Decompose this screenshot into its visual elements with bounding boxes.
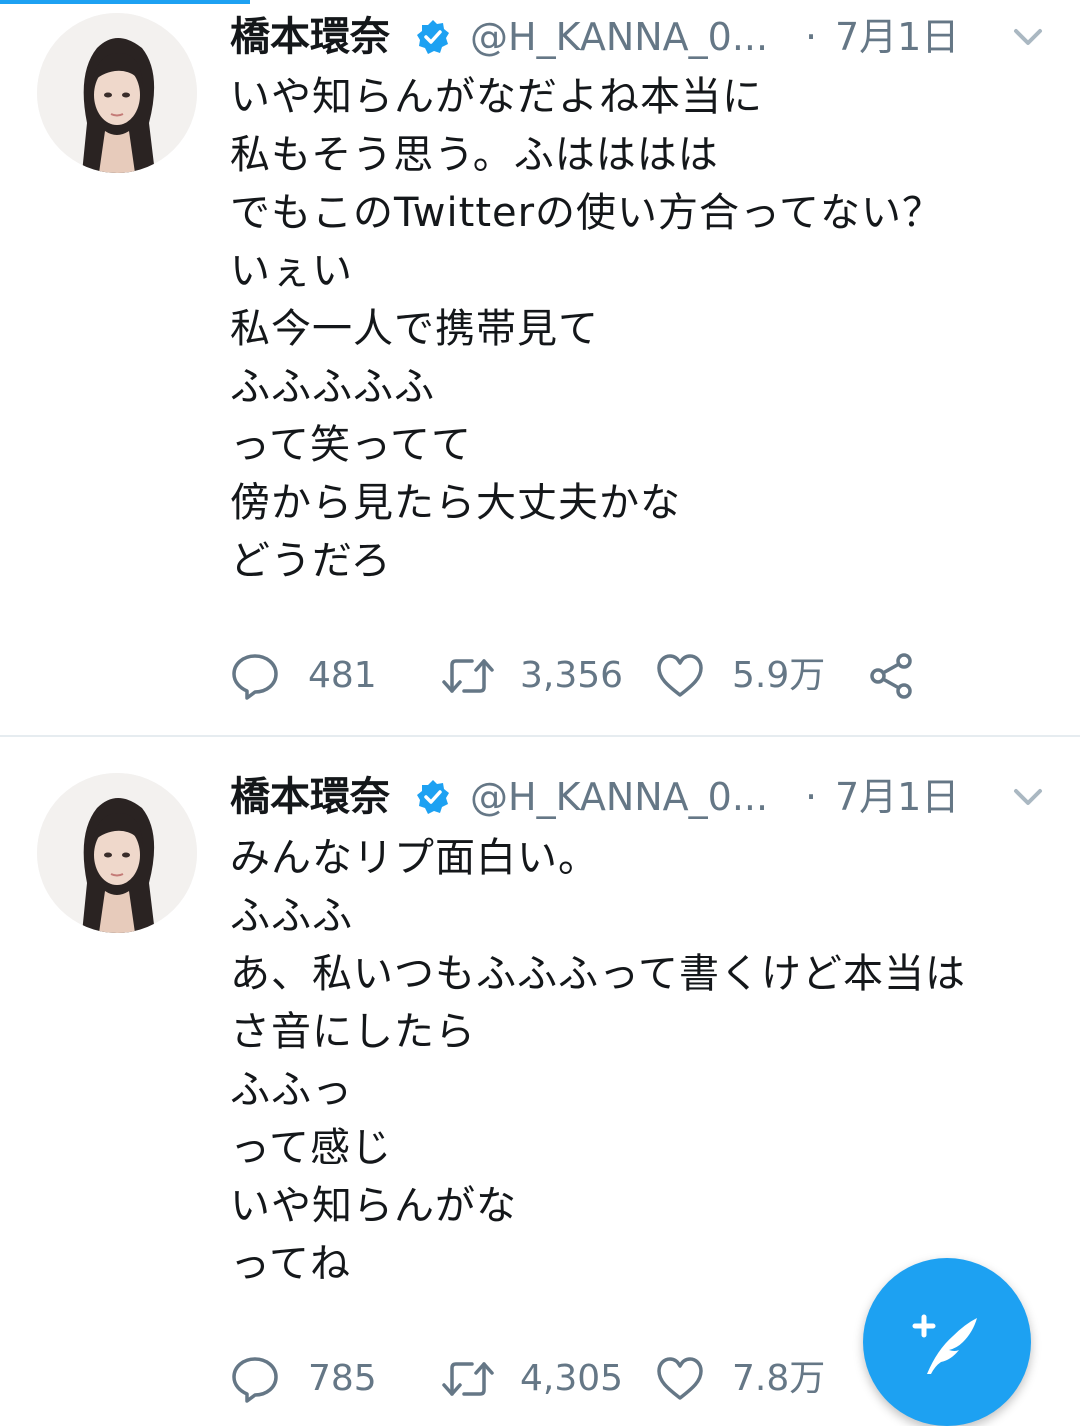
author-handle[interactable]: @H_KANNA_0... (470, 12, 768, 62)
tweet-text-line: あ、私いつもふふふって書くけど本当は (230, 951, 966, 997)
reply-icon[interactable] (230, 651, 280, 701)
reply-count: 785 (308, 1358, 377, 1399)
tweet-text-line: 傍から見たら大丈夫かな (230, 480, 681, 526)
reply-icon[interactable] (230, 1354, 280, 1404)
compose-tweet-icon (912, 1314, 977, 1374)
share-icon[interactable] (866, 651, 916, 701)
tweet-text-line: いぇい (230, 248, 353, 294)
tweet-date[interactable]: 7月1日 (835, 772, 959, 822)
avatar[interactable] (37, 773, 197, 933)
tweet-text-line: みんなリプ面白い。 (230, 835, 599, 881)
tweet-text-line: って感じ (230, 1125, 392, 1171)
avatar[interactable] (37, 13, 197, 173)
tweet-text: いや知らんがなだよね本当に 私もそう思う。ふはははは でもこのTwitterの使… (230, 68, 1060, 590)
tweet-text-line: 私もそう思う。ふはははは (230, 132, 719, 178)
like-count: 5.9万 (732, 655, 826, 696)
retweet-count: 4,305 (520, 1358, 624, 1399)
author-name[interactable]: 橋本環奈 (230, 772, 390, 822)
tweet-date[interactable]: 7月1日 (835, 12, 959, 62)
heart-icon[interactable] (655, 651, 705, 701)
verified-badge-icon (415, 779, 451, 815)
author-handle[interactable]: @H_KANNA_0... (470, 772, 768, 822)
chevron-down-icon[interactable] (1010, 22, 1046, 52)
chevron-down-icon[interactable] (1010, 782, 1046, 812)
retweet-icon[interactable] (440, 1354, 494, 1404)
tweet-text-line: いや知らんがなだよね本当に (230, 74, 763, 120)
separator-dot: · (805, 15, 818, 59)
tweet-text-line: でもこのTwitterの使い方合ってない？ (230, 190, 944, 236)
verified-badge-icon (415, 19, 451, 55)
separator-dot: · (805, 775, 818, 819)
heart-icon[interactable] (655, 1354, 705, 1404)
tweet-text: みんなリプ面白い。 ふふふ あ、私いつもふふふって書くけど本当は さ音にしたら … (230, 829, 1060, 1293)
tweet-text-line: ふふふふふ (230, 364, 435, 410)
tweet-text-line: どうだろ (230, 538, 392, 584)
reply-count: 481 (308, 655, 377, 696)
tweet[interactable]: 橋本環奈 @H_KANNA_0... · 7月1日 いや知らんがなだよね本当に … (0, 0, 1080, 735)
tweet-text-line: ふふっ (230, 1067, 353, 1113)
retweet-count: 3,356 (520, 655, 624, 696)
tweet-actions: 481 3,356 5.9万 (230, 646, 990, 706)
retweet-icon[interactable] (440, 651, 494, 701)
tweet-text-line: って笑ってて (230, 422, 472, 468)
tweet-text-line: 私今一人で携帯見て (230, 306, 599, 352)
tweet-header: 橋本環奈 @H_KANNA_0... · 7月1日 (230, 772, 1060, 822)
tweet-header: 橋本環奈 @H_KANNA_0... · 7月1日 (230, 12, 1060, 62)
author-name[interactable]: 橋本環奈 (230, 12, 390, 62)
tweet-text-line: いや知らんがな (230, 1183, 517, 1229)
tweet-text-line: さ音にしたら (230, 1009, 476, 1055)
like-count: 7.8万 (732, 1358, 826, 1399)
compose-tweet-button[interactable] (863, 1258, 1031, 1426)
tweet-text-line: ふふふ (230, 893, 353, 939)
